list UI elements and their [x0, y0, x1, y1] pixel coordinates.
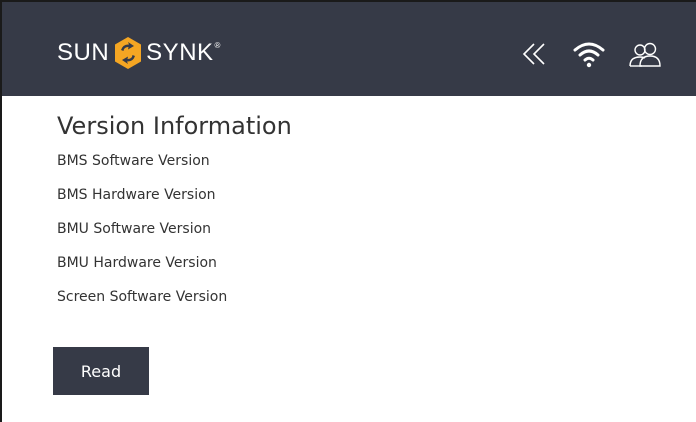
logo-text-sun: SUN	[57, 39, 110, 66]
bms-hardware-version-label: BMS Hardware Version	[57, 187, 216, 203]
bmu-hardware-version-label: BMU Hardware Version	[57, 255, 217, 271]
logo-text-synk: SYNK	[146, 39, 214, 66]
top-bar: SUN SYNK ®	[2, 2, 696, 96]
bms-software-version-label: BMS Software Version	[57, 153, 210, 169]
page-title: Version Information	[57, 112, 292, 140]
screen-software-version-label: Screen Software Version	[57, 289, 228, 305]
read-button[interactable]: Read	[53, 347, 149, 395]
logo-hex-icon	[115, 37, 142, 69]
registered-mark: ®	[214, 40, 221, 50]
app-window: SUN SYNK ® Version Information BMS Softw…	[0, 0, 696, 422]
version-list: BMS Software Version BMS Hardware Versio…	[57, 152, 227, 322]
wifi-icon[interactable]	[572, 40, 606, 68]
users-icon[interactable]	[628, 40, 662, 68]
bmu-software-version-label: BMU Software Version	[57, 221, 212, 237]
sunsynk-logo: SUN SYNK ®	[57, 36, 221, 70]
double-chevron-left-icon[interactable]	[518, 40, 552, 68]
